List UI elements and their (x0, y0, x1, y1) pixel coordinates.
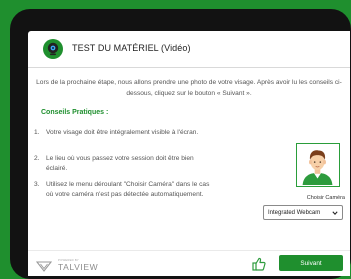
webcam-icon (43, 39, 63, 59)
brand-name: TALVIEW (58, 262, 99, 272)
conseils-heading: Conseils Pratiques : (41, 109, 109, 116)
camera-preview (296, 143, 340, 187)
talview-logo-icon (36, 261, 52, 272)
camera-select-value: Integrated Webcam (268, 209, 321, 216)
screen: TEST DU MATÉRIEL (Vidéo) Lors de la proc… (28, 31, 350, 276)
page-title: TEST DU MATÉRIEL (Vidéo) (72, 43, 191, 53)
list-item-number: 2. (34, 155, 40, 162)
brand-logo: POWERED BY TALVIEW (36, 258, 106, 274)
device-frame: TEST DU MATÉRIEL (Vidéo) Lors de la proc… (10, 9, 351, 279)
list-item-text: Votre visage doit être intégralement vis… (46, 129, 199, 136)
header-divider (28, 67, 350, 68)
list-item-number: 1. (34, 129, 40, 136)
header: TEST DU MATÉRIEL (Vidéo) (28, 31, 350, 67)
chevron-down-icon (332, 211, 338, 216)
intro-text: Lors de la prochaine étape, nous allons … (36, 79, 342, 97)
camera-select[interactable]: Integrated Webcam (263, 205, 343, 220)
list-item-text: Le lieu où vous passez votre session doi… (46, 155, 194, 172)
list-item-number: 3. (34, 181, 40, 188)
footer-divider (28, 250, 350, 251)
person-avatar-icon (302, 150, 333, 185)
camera-select-label: Choisir Caméra (306, 195, 345, 201)
list-item-text: Utilisez le menu déroulant "Choisir Camé… (46, 181, 210, 198)
